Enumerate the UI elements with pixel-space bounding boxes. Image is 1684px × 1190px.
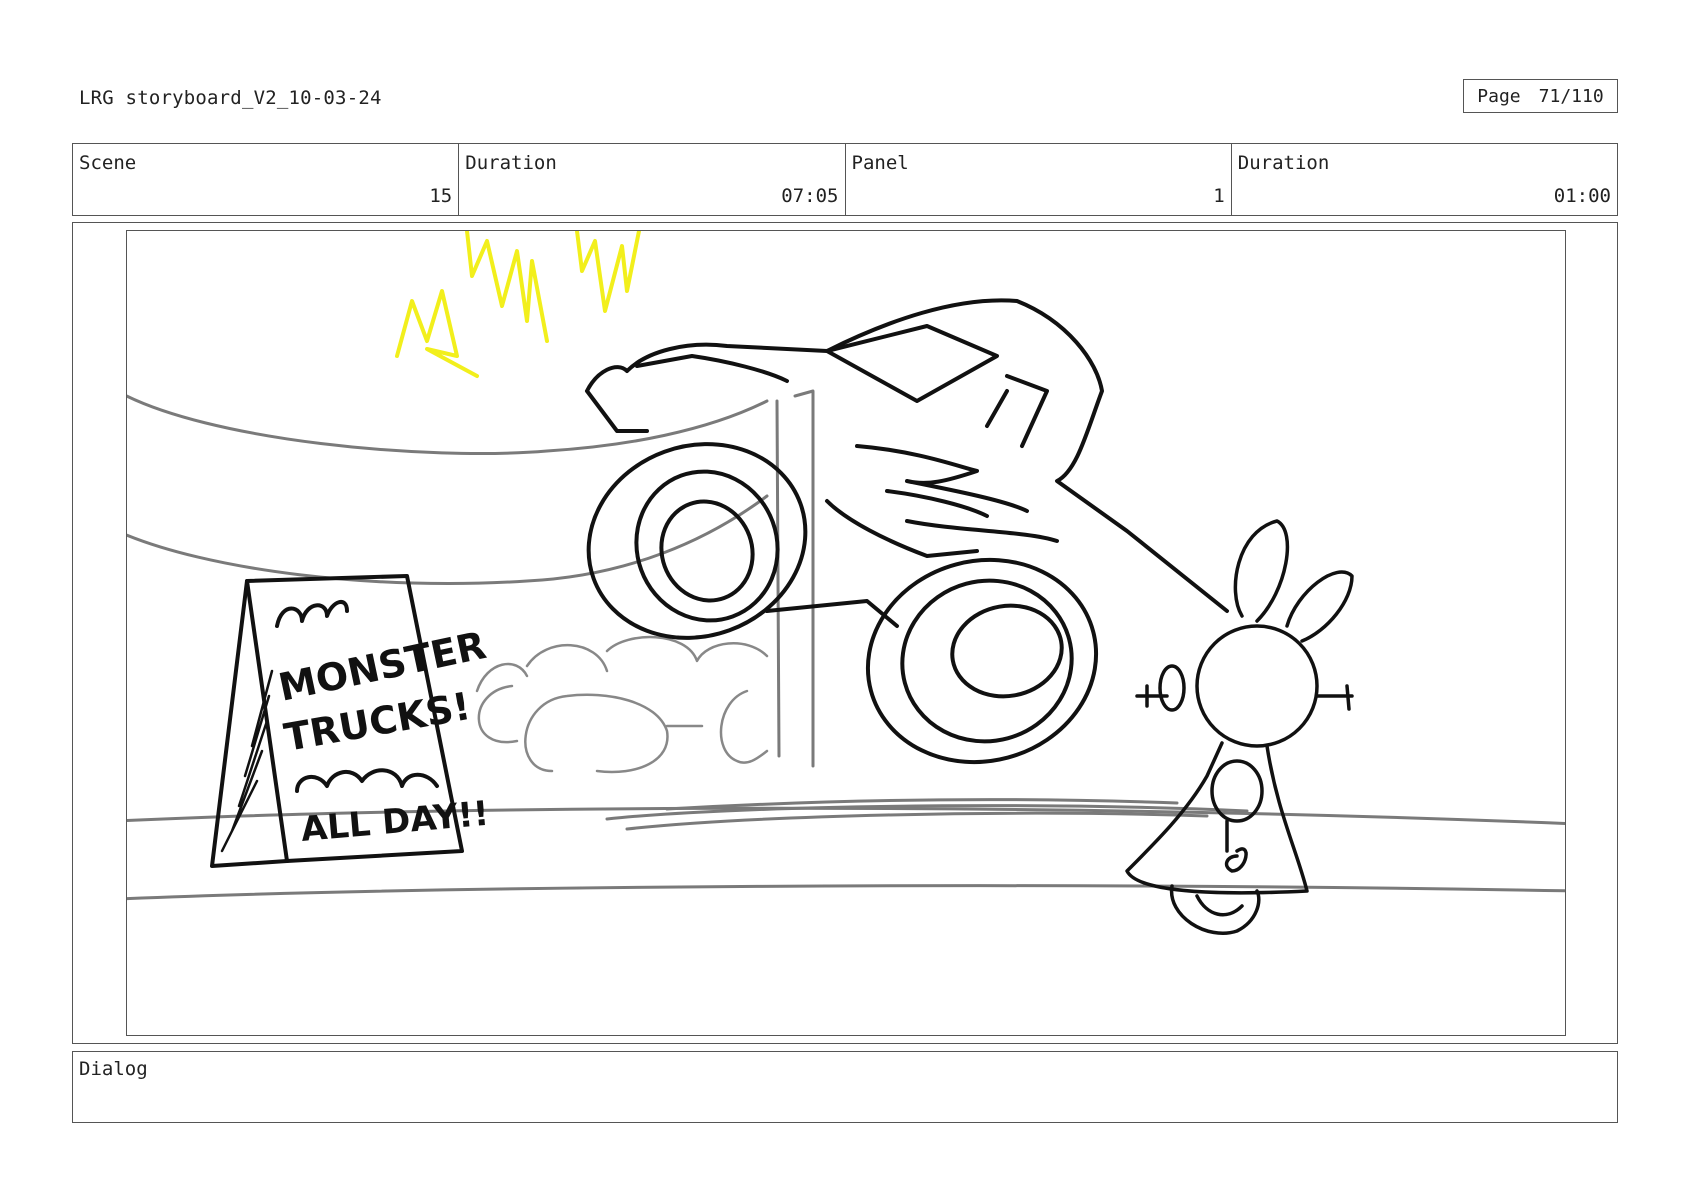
panel-value: 1 <box>1213 185 1225 207</box>
rabbit-ear-left <box>1233 519 1290 623</box>
scene-duration-value: 07:05 <box>781 185 839 207</box>
barrier-line-upper <box>127 394 769 455</box>
monster-truck <box>585 298 1229 765</box>
panel-duration-cell: Duration 01:00 <box>1232 144 1617 215</box>
page-indicator: Page 71/110 <box>1463 79 1618 113</box>
sign-hatching <box>220 669 274 853</box>
panel-duration-label: Duration <box>1237 152 1330 174</box>
sign-scallop-top <box>275 600 349 628</box>
truck-bumper <box>585 365 649 433</box>
rabbit-body <box>1125 741 1309 895</box>
front-tire <box>586 442 808 640</box>
dialog-box: Dialog <box>72 1051 1618 1123</box>
sign-scallop-bottom <box>295 768 439 793</box>
panel-label: Panel <box>851 152 909 174</box>
scene-value: 15 <box>429 185 453 207</box>
pole-right <box>793 389 815 768</box>
impact-mark-left <box>395 289 479 378</box>
scene-duration-cell: Duration 07:05 <box>459 144 846 215</box>
truck-side-window <box>985 374 1049 448</box>
dust-cloud <box>475 635 769 774</box>
info-row: Scene 15 Duration 07:05 Panel 1 Duration… <box>72 143 1618 216</box>
rabbit-hands <box>1224 819 1248 873</box>
impact-mark-center <box>465 231 549 343</box>
panel-sketch: MONSTER TRUCKS! ALL DAY!! <box>127 231 1565 935</box>
truck-flame-decal <box>855 444 1059 543</box>
rabbit-ear-right <box>1285 570 1354 643</box>
rabbit-character <box>1125 519 1354 935</box>
document-title: LRG storyboard_V2_10-03-24 <box>79 87 382 109</box>
pole-left <box>775 399 781 758</box>
truck-axle <box>765 599 899 628</box>
dialog-label: Dialog <box>79 1058 148 1080</box>
rabbit-bolt-left <box>1158 664 1186 712</box>
impact-mark-right <box>575 231 641 313</box>
storyboard-panel: MONSTER TRUCKS! ALL DAY!! <box>126 230 1566 1036</box>
page-number: 71/110 <box>1538 85 1604 107</box>
truck-hood <box>635 354 789 383</box>
scene-label: Scene <box>79 152 137 174</box>
shadow-hatching <box>605 798 1249 831</box>
rabbit-head <box>1195 624 1319 748</box>
barrier-line-lower <box>127 494 769 586</box>
ground-line-far <box>127 884 1565 901</box>
rear-tire <box>865 557 1099 765</box>
panel-duration-value: 01:00 <box>1553 185 1611 207</box>
scene-duration-label: Duration <box>465 152 557 174</box>
rear-wheel-hub <box>950 603 1064 699</box>
page-label: Page <box>1477 85 1521 107</box>
rabbit-foot-detail <box>1195 894 1244 917</box>
panel-cell: Panel 1 <box>846 144 1232 215</box>
scene-cell: Scene 15 <box>73 144 460 215</box>
impact-marks <box>395 231 641 378</box>
rabbit-bolt-right <box>1315 684 1354 711</box>
